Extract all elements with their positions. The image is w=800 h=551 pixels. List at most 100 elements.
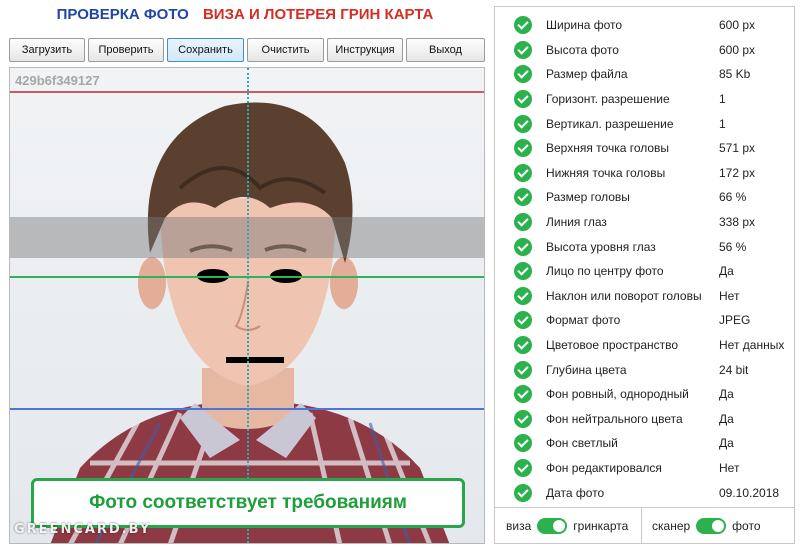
source-left-label: сканер [652,518,691,533]
exit-button[interactable]: Выход [406,38,485,62]
checks-panel: Ширина фото 600 px Высота фото 600 px Разм… [494,6,795,544]
check-row: Фон ровный, однородный Да [495,382,794,407]
check-row: Горизонт. разрешение 1 [495,87,794,112]
check-value: 85 Kb [719,67,751,82]
check-label: Высота фото [546,42,619,57]
source-switch-group: сканер фото [641,508,761,543]
check-value: Да [719,264,734,279]
clear-button[interactable]: Очистить [247,38,324,62]
mode-toggle[interactable] [537,517,568,534]
check-circle-icon [514,65,532,84]
center-line [247,68,249,543]
check-label: Линия глаз [546,215,607,230]
check-value: 1 [719,116,726,131]
check-value: 600 px [719,42,756,57]
check-value: Да [719,411,734,426]
check-circle-icon [514,385,532,404]
app-title-right: ВИЗА И ЛОТЕРЕЯ ГРИН КАРТА [202,6,434,23]
check-value: Нет [719,288,740,303]
toolbar: Загрузить Проверить Сохранить Очистить И… [9,38,485,62]
check-value: JPEG [719,313,751,328]
check-value: 600 px [719,18,756,33]
check-label: Ширина фото [546,18,623,33]
check-row: Фон редактировался Нет [495,456,794,481]
save-button[interactable]: Сохранить [167,38,244,62]
checks-list: Ширина фото 600 px Высота фото 600 px Разм… [495,13,794,505]
app-title: ПРОВЕРКА ФОТО ВИЗА И ЛОТЕРЕЯ ГРИН КАРТА [0,6,490,23]
check-row: Ширина фото 600 px [495,13,794,38]
check-label: Размер головы [546,190,630,205]
check-circle-icon [514,237,532,256]
check-circle-icon [514,262,532,281]
check-row: Размер головы 66 % [495,185,794,210]
check-circle-icon [514,90,532,109]
app-title-left: ПРОВЕРКА ФОТО [56,6,189,23]
check-label: Фон нейтрального цвета [546,411,683,426]
check-value: 56 % [719,239,747,254]
check-circle-icon [514,40,532,59]
check-label: Фон ровный, однородный [546,387,689,402]
check-circle-icon [514,458,532,477]
check-button[interactable]: Проверить [88,38,164,62]
check-label: Нижняя точка головы [546,165,666,180]
check-value: 571 px [719,141,756,156]
check-value: Да [719,436,734,451]
check-label: Высота уровня глаз [546,239,656,254]
check-row: Лицо по центру фото Да [495,259,794,284]
check-row: Верхняя точка головы 571 px [495,136,794,161]
check-label: Фон светлый [546,436,618,451]
check-label: Наклон или поворот головы [546,288,702,303]
check-label: Верхняя точка головы [546,141,670,156]
mode-right-label: гринкарта [573,518,629,533]
check-circle-icon [514,16,532,35]
check-label: Дата фото [546,485,605,500]
check-circle-icon [514,114,532,133]
check-row: Цветовое пространство Нет данных [495,333,794,358]
check-row: Высота уровня глаз 56 % [495,234,794,259]
check-value: 66 % [719,190,747,205]
watermark: GREENCARD.BY [14,522,152,537]
check-value: 172 px [719,165,756,180]
check-label: Вертикал. разрешение [546,116,674,131]
check-row: Высота фото 600 px [495,38,794,63]
source-toggle[interactable] [696,517,727,534]
source-right-label: фото [732,518,761,533]
check-value: Нет данных [719,338,785,353]
check-row: Линия глаз 338 px [495,210,794,235]
result-message: Фото соответствует требованиям [31,478,465,528]
check-row: Фон нейтрального цвета Да [495,407,794,432]
check-label: Лицо по центру фото [546,264,664,279]
check-row: Нижняя точка головы 172 px [495,161,794,186]
check-circle-icon [514,311,532,330]
check-value: 338 px [719,215,756,230]
check-label: Формат фото [546,313,621,328]
check-value: 1 [719,92,726,107]
check-row: Дата фото 09.10.2018 [495,480,794,505]
check-row: Размер файла 85 Kb [495,62,794,87]
check-label: Горизонт. разрешение [546,92,670,107]
check-value: Да [719,387,734,402]
check-circle-icon [514,188,532,207]
check-circle-icon [514,409,532,428]
load-button[interactable]: Загрузить [9,38,85,62]
check-label: Размер файла [546,67,628,82]
photo-preview[interactable]: 429b6f349127 Фото соответствует требован… [9,67,485,544]
switch-bar: виза гринкарта сканер фото [495,507,794,543]
check-row: Вертикал. разрешение 1 [495,111,794,136]
check-label: Фон редактировался [546,460,662,475]
check-circle-icon [514,434,532,453]
check-circle-icon [514,360,532,379]
check-circle-icon [514,336,532,355]
mode-left-label: виза [506,518,532,533]
check-label: Глубина цвета [546,362,627,377]
instructions-button[interactable]: Инструкция [327,38,403,62]
check-row: Наклон или поворот головы Нет [495,284,794,309]
check-value: 09.10.2018 [719,485,780,500]
check-row: Глубина цвета 24 bit [495,357,794,382]
check-value: Нет [719,460,740,475]
check-label: Цветовое пространство [546,338,679,353]
check-circle-icon [514,139,532,158]
check-circle-icon [514,163,532,182]
photo-id: 429b6f349127 [15,73,100,88]
check-circle-icon [514,286,532,305]
